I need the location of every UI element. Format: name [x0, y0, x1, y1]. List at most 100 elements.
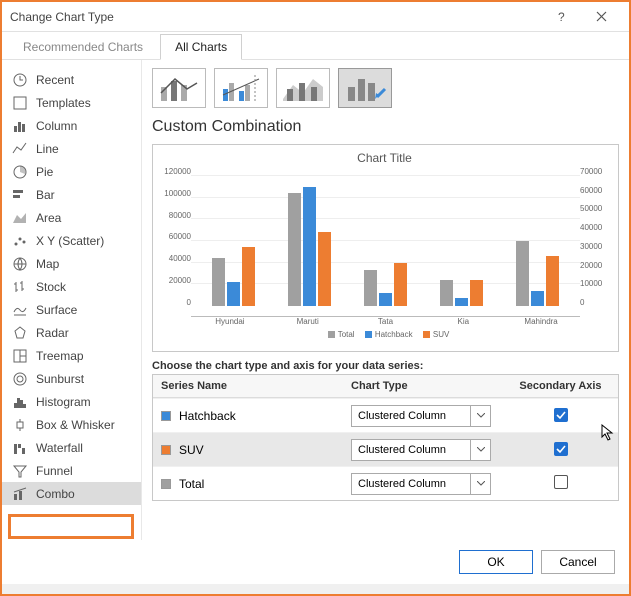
chart-title: Chart Title — [159, 151, 610, 165]
combo-subtype-2[interactable] — [214, 68, 268, 108]
template-icon — [12, 95, 28, 111]
box-whisker-icon — [12, 417, 28, 433]
sidebar-item-map[interactable]: Map — [2, 252, 141, 275]
sidebar-item-combo[interactable]: Combo — [2, 482, 141, 505]
bar-group — [205, 247, 261, 306]
secondary-y-axis: 700006000050000400003000020000100000 — [580, 167, 610, 317]
col-secondary-axis: Secondary Axis — [503, 375, 618, 397]
bar — [242, 247, 255, 306]
col-chart-type: Chart Type — [343, 375, 503, 397]
col-series-name: Series Name — [153, 375, 343, 397]
sidebar-item-area[interactable]: Area — [2, 206, 141, 229]
combo-subtype-3[interactable] — [276, 68, 330, 108]
funnel-icon — [12, 463, 28, 479]
series-name-label: Hatchback — [179, 409, 236, 423]
bar — [394, 263, 407, 306]
bar — [455, 298, 468, 306]
secondary-axis-checkbox[interactable] — [554, 408, 568, 422]
series-name-label: SUV — [179, 443, 204, 457]
series-table: Series Name Chart Type Secondary Axis Ha… — [152, 374, 619, 501]
title-bar: Change Chart Type ? — [2, 2, 629, 32]
highlight-annotation — [8, 514, 134, 539]
stock-icon — [12, 279, 28, 295]
bar — [303, 187, 316, 306]
clock-icon — [12, 72, 28, 88]
sidebar-item-sunburst[interactable]: Sunburst — [2, 367, 141, 390]
sidebar-item-funnel[interactable]: Funnel — [2, 459, 141, 482]
bar — [470, 280, 483, 306]
secondary-axis-checkbox[interactable] — [554, 442, 568, 456]
sidebar-item-line[interactable]: Line — [2, 137, 141, 160]
legend: Total Hatchback SUV — [159, 330, 610, 339]
series-swatch — [161, 479, 171, 489]
chart-type-select[interactable]: Clustered Column — [351, 439, 491, 461]
bar — [440, 280, 453, 306]
chart-plot-area: 120000100000800006000040000200000 700006… — [159, 167, 610, 317]
sidebar-item-bar[interactable]: Bar — [2, 183, 141, 206]
sidebar-item-recent[interactable]: Recent — [2, 68, 141, 91]
category-labels: HyundaiMarutiTataKiaMahindra — [191, 317, 580, 326]
close-button[interactable] — [581, 3, 621, 31]
chevron-down-icon — [470, 474, 490, 494]
series-row[interactable]: SUV Clustered Column — [153, 432, 618, 466]
chart-type-select[interactable]: Clustered Column — [351, 405, 491, 427]
tab-all-charts[interactable]: All Charts — [160, 34, 242, 60]
series-row[interactable]: Hatchback Clustered Column — [153, 398, 618, 432]
bar-group — [434, 280, 490, 306]
sidebar-item-boxwhisker[interactable]: Box & Whisker — [2, 413, 141, 436]
pie-icon — [12, 164, 28, 180]
bar — [546, 256, 559, 306]
series-instruction: Choose the chart type and axis for your … — [152, 360, 619, 372]
sidebar-item-waterfall[interactable]: Waterfall — [2, 436, 141, 459]
treemap-icon — [12, 348, 28, 364]
tab-recommended[interactable]: Recommended Charts — [8, 34, 158, 60]
main-panel: Custom Combination Chart Title 120000100… — [142, 60, 629, 540]
column-icon — [12, 118, 28, 134]
sidebar-item-templates[interactable]: Templates — [2, 91, 141, 114]
combo-subtype-row — [152, 68, 619, 108]
bar-group — [510, 241, 566, 306]
primary-y-axis: 120000100000800006000040000200000 — [159, 167, 191, 317]
tab-strip: Recommended Charts All Charts — [2, 32, 629, 60]
chart-category-sidebar: Recent Templates Column Line Pie Bar Are… — [2, 60, 142, 540]
combo-subtype-custom[interactable] — [338, 68, 392, 108]
bar-icon — [12, 187, 28, 203]
scatter-icon — [12, 233, 28, 249]
sidebar-item-column[interactable]: Column — [2, 114, 141, 137]
sidebar-item-scatter[interactable]: X Y (Scatter) — [2, 229, 141, 252]
help-button[interactable]: ? — [541, 3, 581, 31]
ok-button[interactable]: OK — [459, 550, 533, 574]
bar-group — [357, 263, 413, 306]
sidebar-item-pie[interactable]: Pie — [2, 160, 141, 183]
bar — [379, 293, 392, 306]
sidebar-item-radar[interactable]: Radar — [2, 321, 141, 344]
window-title: Change Chart Type — [10, 10, 114, 24]
radar-icon — [12, 325, 28, 341]
bar — [227, 282, 240, 306]
histogram-icon — [12, 394, 28, 410]
bar — [318, 232, 331, 306]
svg-text:?: ? — [558, 11, 565, 23]
series-name-label: Total — [179, 477, 204, 491]
bar-group — [281, 187, 337, 306]
series-row[interactable]: Total Clustered Column — [153, 466, 618, 500]
map-icon — [12, 256, 28, 272]
sidebar-item-histogram[interactable]: Histogram — [2, 390, 141, 413]
bar — [516, 241, 529, 306]
chart-type-select[interactable]: Clustered Column — [351, 473, 491, 495]
sidebar-item-treemap[interactable]: Treemap — [2, 344, 141, 367]
chevron-down-icon — [470, 406, 490, 426]
secondary-axis-checkbox[interactable] — [554, 475, 568, 489]
sidebar-item-stock[interactable]: Stock — [2, 275, 141, 298]
bar — [364, 270, 377, 306]
waterfall-icon — [12, 440, 28, 456]
line-icon — [12, 141, 28, 157]
combo-subtype-1[interactable] — [152, 68, 206, 108]
cancel-button[interactable]: Cancel — [541, 550, 615, 574]
bar — [212, 258, 225, 306]
sidebar-item-surface[interactable]: Surface — [2, 298, 141, 321]
bar — [531, 291, 544, 306]
area-icon — [12, 210, 28, 226]
surface-icon — [12, 302, 28, 318]
chart-preview[interactable]: Chart Title 1200001000008000060000400002… — [152, 144, 619, 352]
